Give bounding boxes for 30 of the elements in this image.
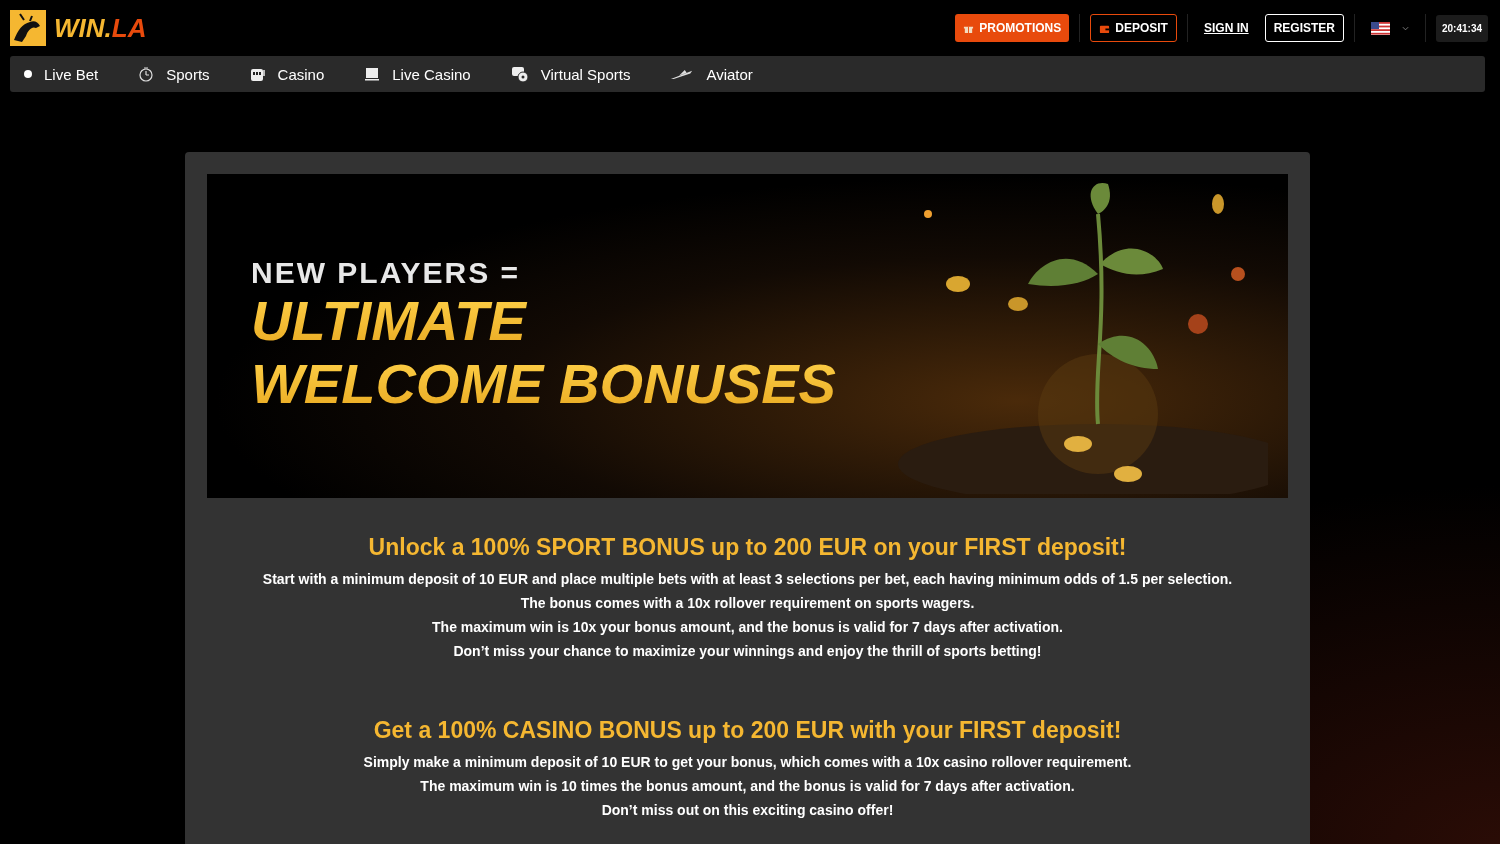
slot-machine-icon [249, 66, 266, 82]
dot-icon [24, 70, 32, 78]
airplane-icon [670, 67, 695, 81]
bonus-description: The bonus comes with a 10x rollover requirement on sports wagers. [519, 594, 976, 613]
bonus-description: Don’t miss out on this exciting casino offer! [600, 801, 895, 820]
bonus-description: Don’t miss your chance to maximize your winnings and enjoy the thrill of sports betting! [452, 642, 1043, 661]
monitor-icon [364, 66, 381, 82]
banner-kicker: NEW PLAYERS = [251, 256, 522, 291]
flag-icon [1370, 21, 1390, 35]
logo-wordmark[interactable]: WIN.LA [54, 12, 147, 44]
nav-item[interactable]: Live Bet [24, 65, 99, 83]
nav-item[interactable]: Virtual Sports [510, 65, 631, 83]
bonus-description: Simply make a minimum deposit of 10 EUR to get your bonus, which comes with a 10x casino rollover requirement. [362, 753, 1133, 772]
nav-item[interactable]: Casino [249, 65, 325, 83]
stopwatch-icon [138, 66, 155, 82]
deposit-button[interactable]: DEPOSIT [1090, 14, 1177, 42]
register-button[interactable]: REGISTER [1264, 14, 1344, 42]
nav-item[interactable]: Aviator [670, 65, 753, 83]
bonus-description: The maximum win is 10x your bonus amount, and the bonus is valid for 7 days after activation. [431, 618, 1064, 637]
promotions-button[interactable]: PROMOTIONS [955, 14, 1070, 42]
clock: 20:41:34 [1435, 14, 1488, 42]
bonus-title: Unlock a 100% SPORT BONUS up to 200 EUR on your FIRST deposit! [367, 534, 1128, 561]
nav-item[interactable]: Sports [138, 65, 210, 83]
bonus-description: The maximum win is 10 times the bonus amount, and the bonus is valid for 7 days after activation. [419, 777, 1076, 796]
bonus-title: Get a 100% CASINO BONUS up to 200 EUR with your FIRST deposit! [372, 717, 1123, 744]
sign-in-link[interactable]: SIGN IN [1197, 14, 1255, 42]
chevron-down-icon [1401, 25, 1409, 31]
bonus-description: Start with a minimum deposit of 10 EUR and place multiple bets with at least 3 selections per bet, each having minimum odds of 1.5 per selection. [261, 570, 1234, 589]
nav-item[interactable]: Live Casino [364, 65, 471, 83]
controller-ball-icon [510, 65, 529, 83]
